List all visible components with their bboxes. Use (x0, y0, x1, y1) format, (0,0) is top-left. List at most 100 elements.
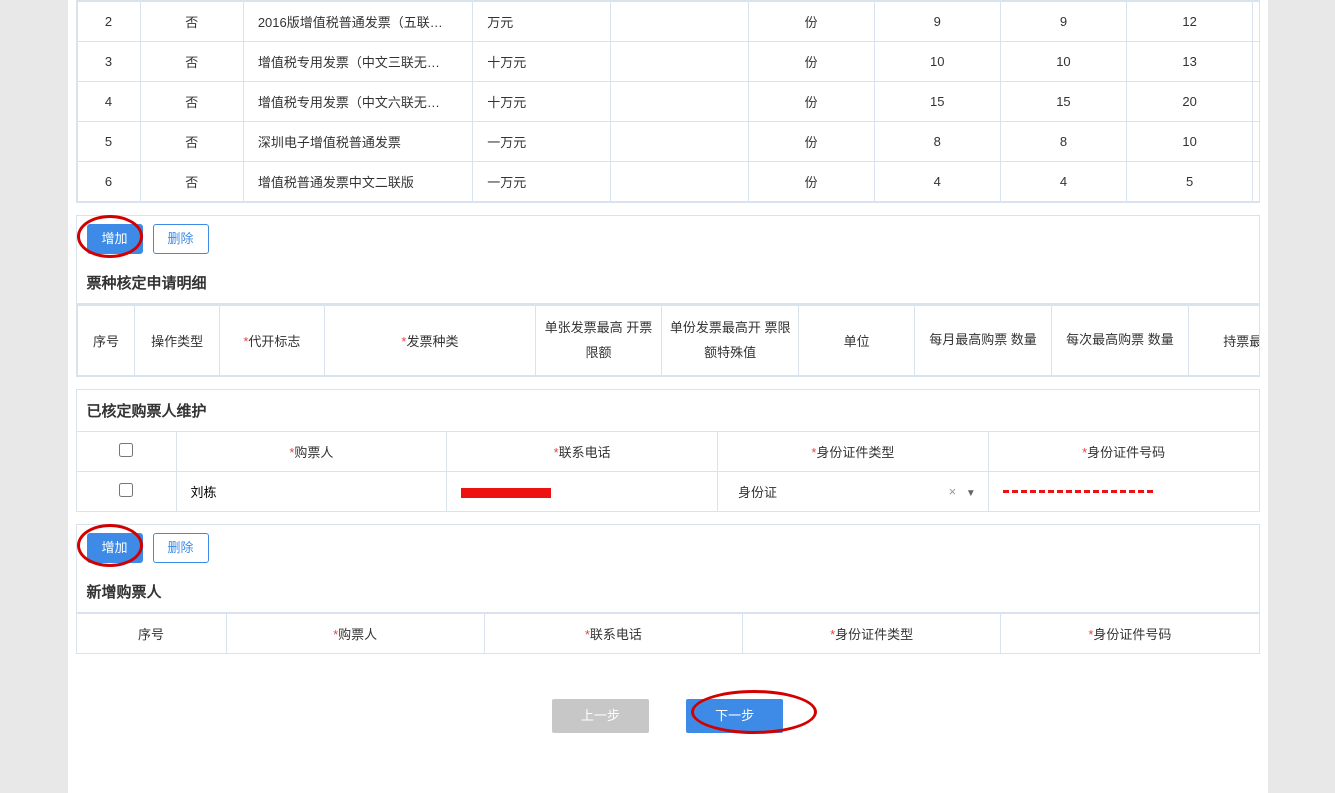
newbuyer-col-phone: *联系电话 (484, 614, 742, 654)
cell-op: 验旧购新 (1253, 82, 1260, 122)
newbuyer-section-title: 新增购票人 (76, 571, 1260, 613)
detail-action-bar: 增加 删除 (76, 215, 1260, 262)
cell-kind: 增值税专用发票（中文三联无… (243, 42, 472, 82)
detail-section-title: 票种核定申请明细 (76, 262, 1260, 304)
cell-e: 10 (1000, 42, 1126, 82)
buyer-row: 身份证 × ▼ (76, 472, 1259, 512)
newbuyer-action-bar: 增加 删除 (76, 524, 1260, 571)
cell-limit: 十万元 (473, 82, 611, 122)
buyer-select-all-checkbox[interactable] (119, 443, 133, 457)
cell-seq: 5 (77, 122, 140, 162)
cell-seq: 6 (77, 162, 140, 202)
cell-limit: 万元 (473, 2, 611, 42)
cell-m: 10 (874, 42, 1000, 82)
buyer-idtype-value[interactable]: 身份证 (738, 482, 777, 501)
col-single-limit: 单张发票最高 开票限额 (535, 306, 661, 376)
wizard-footer: 上一步 下一步 (76, 654, 1260, 733)
cell-spec (610, 2, 748, 42)
cell-seq: 3 (77, 42, 140, 82)
cell-op: 验旧购新 (1253, 162, 1260, 202)
add-detail-button[interactable]: 增加 (87, 224, 143, 254)
buyer-col-name: *购票人 (176, 432, 447, 472)
cell-h: 10 (1127, 122, 1253, 162)
buyer-idno-redacted (1003, 490, 1153, 496)
cell-flag: 否 (140, 162, 243, 202)
newbuyer-col-name: *购票人 (226, 614, 484, 654)
cell-m: 4 (874, 162, 1000, 202)
table-row: 4否增值税专用发票（中文六联无…十万元份151520验旧购新 (77, 82, 1260, 122)
cell-seq: 4 (77, 82, 140, 122)
col-each-qty: 每次最高购票 数量 (1051, 306, 1188, 376)
newbuyer-table: 序号 *购票人 *联系电话 *身份证件类型 *身份证件号码 (76, 613, 1260, 654)
newbuyer-col-idtype: *身份证件类型 (743, 614, 1001, 654)
newbuyer-col-seq: 序号 (76, 614, 226, 654)
buyer-col-idtype: *身份证件类型 (718, 432, 989, 472)
cell-flag: 否 (140, 2, 243, 42)
cell-m: 9 (874, 2, 1000, 42)
cell-kind: 增值税专用发票（中文六联无… (243, 82, 472, 122)
cell-m: 8 (874, 122, 1000, 162)
cell-flag: 否 (140, 82, 243, 122)
invoice-type-table: 2否2016版增值税普通发票（五联…万元份9912验旧购新3否增值税专用发票（中… (77, 1, 1260, 202)
cell-unit: 份 (748, 42, 874, 82)
cell-unit: 份 (748, 2, 874, 42)
buyer-name-input[interactable] (191, 484, 441, 499)
cell-spec (610, 82, 748, 122)
add-newbuyer-button[interactable]: 增加 (87, 533, 143, 563)
cell-e: 9 (1000, 2, 1126, 42)
chevron-down-icon[interactable]: ▼ (966, 488, 976, 499)
col-seq: 序号 (77, 306, 135, 376)
cell-kind: 增值税普通发票中文二联版 (243, 162, 472, 202)
delete-detail-button[interactable]: 删除 (153, 224, 209, 254)
cell-h: 12 (1127, 2, 1253, 42)
table-row: 6否增值税普通发票中文二联版一万元份445验旧购新 (77, 162, 1260, 202)
buyer-col-phone: *联系电话 (447, 432, 718, 472)
cell-m: 15 (874, 82, 1000, 122)
cell-unit: 份 (748, 162, 874, 202)
cell-unit: 份 (748, 82, 874, 122)
buyer-col-idno: *身份证件号码 (988, 432, 1259, 472)
cell-limit: 十万元 (473, 42, 611, 82)
cell-kind: 深圳电子增值税普通发票 (243, 122, 472, 162)
buyer-table: *购票人 *联系电话 *身份证件类型 *身份证件号码 身份证 (76, 431, 1260, 512)
cell-unit: 份 (748, 122, 874, 162)
detail-table: 序号 操作类型 *代开标志 *发票种类 单张发票最高 开票限额 单份发票最高开 … (77, 305, 1260, 376)
cell-e: 8 (1000, 122, 1126, 162)
cell-op: 验旧购新 (1253, 42, 1260, 82)
cell-e: 15 (1000, 82, 1126, 122)
invoice-type-table-wrap[interactable]: 2否2016版增值税普通发票（五联…万元份9912验旧购新3否增值税专用发票（中… (76, 0, 1260, 203)
table-row: 5否深圳电子增值税普通发票一万元份8810验旧购新 (77, 122, 1260, 162)
newbuyer-col-idno: *身份证件号码 (1001, 614, 1259, 654)
buyer-idtype-clear[interactable]: × (949, 484, 957, 499)
prev-step-button: 上一步 (552, 699, 649, 733)
cell-flag: 否 (140, 42, 243, 82)
buyer-checkbox-header (76, 432, 176, 472)
cell-limit: 一万元 (473, 122, 611, 162)
cell-seq: 2 (77, 2, 140, 42)
buyer-row-checkbox[interactable] (119, 483, 133, 497)
cell-limit: 一万元 (473, 162, 611, 202)
detail-table-wrap[interactable]: 序号 操作类型 *代开标志 *发票种类 单张发票最高 开票限额 单份发票最高开 … (76, 304, 1260, 377)
buyer-phone-redacted (461, 488, 551, 498)
cell-spec (610, 162, 748, 202)
cell-op: 验旧购新 (1253, 122, 1260, 162)
col-unit: 单位 (799, 306, 915, 376)
next-step-button[interactable]: 下一步 (686, 699, 783, 733)
cell-e: 4 (1000, 162, 1126, 202)
cell-kind: 2016版增值税普通发票（五联… (243, 2, 472, 42)
cell-h: 20 (1127, 82, 1253, 122)
cell-flag: 否 (140, 122, 243, 162)
table-row: 3否增值税专用发票（中文三联无…十万元份101013验旧购新 (77, 42, 1260, 82)
col-hold-qty: 持票最高数量 (1188, 306, 1259, 376)
cell-spec (610, 122, 748, 162)
col-month-qty: 每月最高购票 数量 (915, 306, 1052, 376)
col-per-limit: 单份发票最高开 票限额特殊值 (662, 306, 799, 376)
cell-spec (610, 42, 748, 82)
table-row: 2否2016版增值税普通发票（五联…万元份9912验旧购新 (77, 2, 1260, 42)
cell-op: 验旧购新 (1253, 2, 1260, 42)
delete-newbuyer-button[interactable]: 删除 (153, 533, 209, 563)
col-invoice-kind: *发票种类 (325, 306, 536, 376)
cell-h: 13 (1127, 42, 1253, 82)
col-agentflag: *代开标志 (219, 306, 324, 376)
cell-h: 5 (1127, 162, 1253, 202)
